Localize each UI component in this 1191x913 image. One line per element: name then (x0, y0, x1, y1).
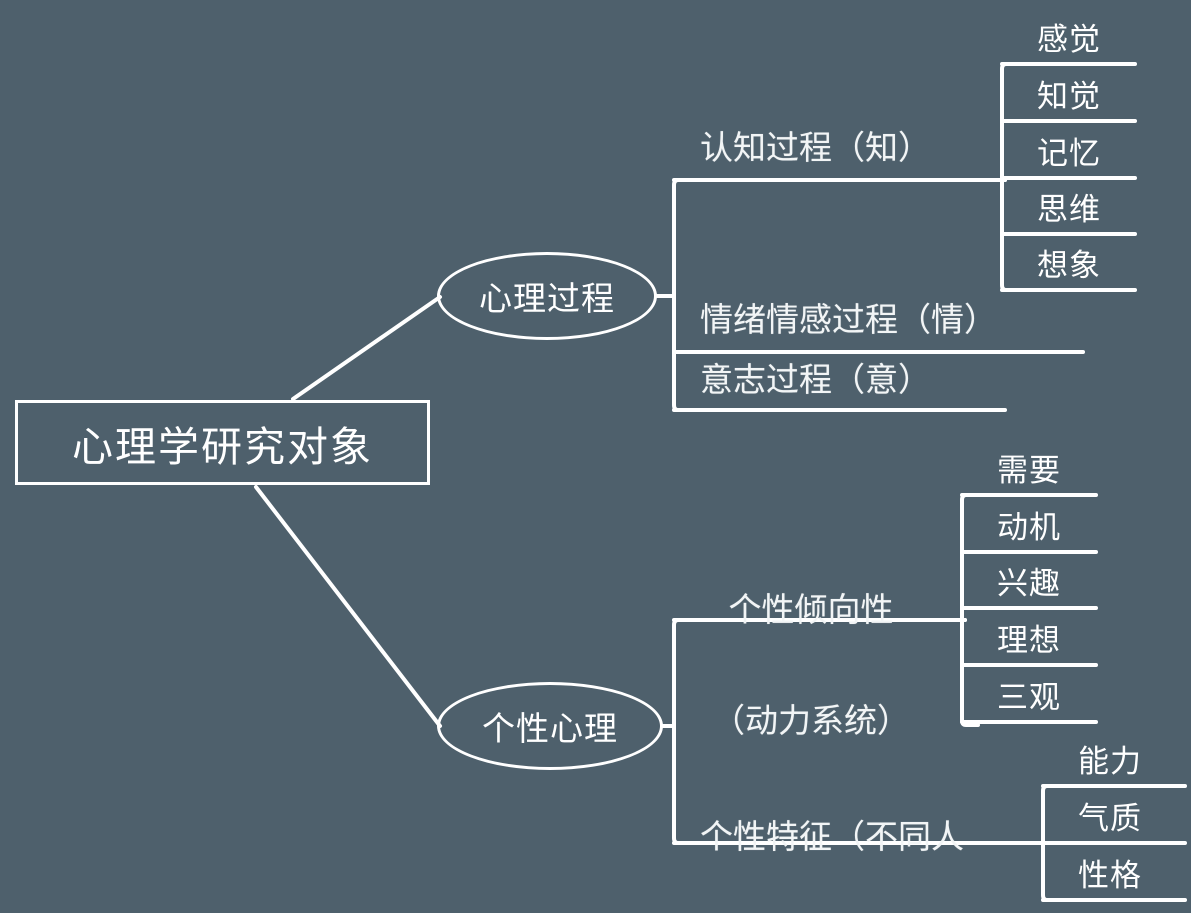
label-personality-traits-line1: 个性特征（不同人 (700, 816, 964, 856)
leaf-dongji: 动机 (997, 510, 1061, 546)
leaf-lixiang: 理想 (997, 623, 1061, 659)
leaf-xuyao: 需要 (997, 453, 1061, 489)
branch-node-mental-process[interactable]: 心理过程 (437, 252, 657, 340)
leaf-siwei: 思维 (1037, 192, 1101, 228)
label-will-process: 意志过程（意） (700, 360, 931, 399)
label-personality-tendency-line2: （动力系统） (712, 700, 910, 740)
branch-node-personality-psychology-label: 个性心理 (482, 709, 618, 748)
leaf-xingqu: 兴趣 (997, 566, 1061, 602)
label-cognitive-process: 认知过程（知） (700, 128, 931, 167)
bracket-personality (672, 618, 692, 845)
branch-node-personality-psychology[interactable]: 个性心理 (437, 682, 663, 770)
leaf-xiangxiang: 想象 (1037, 248, 1101, 284)
label-personality-tendency-line1: 个性倾向性 (728, 589, 894, 629)
label-emotion-process: 情绪情感过程（情） (700, 300, 997, 339)
branch-node-mental-process-label: 心理过程 (479, 279, 615, 318)
leaf-sanguan: 三观 (997, 680, 1061, 716)
leaf-zhijue: 知觉 (1037, 79, 1101, 115)
leaf-nengli: 能力 (1078, 744, 1142, 780)
bracket-mental-process (672, 178, 692, 412)
label-personality-traits: 个性特征（不同人 的不同心理特征） (700, 745, 964, 913)
mindmap-canvas: 心理学研究对象 心理过程 个性心理 认知过程（知） 情绪情感过程（情） 意志过程… (0, 0, 1191, 913)
leaf-xingge: 性格 (1078, 858, 1142, 894)
edge-root-to-mental-process (291, 295, 442, 401)
leaf-ganjue: 感觉 (1037, 22, 1101, 58)
leaf-qizhi: 气质 (1078, 801, 1142, 837)
root-node-label: 心理学研究对象 (72, 422, 373, 471)
edge-root-to-personality (254, 485, 442, 728)
leaf-jiyi: 记忆 (1037, 136, 1101, 172)
